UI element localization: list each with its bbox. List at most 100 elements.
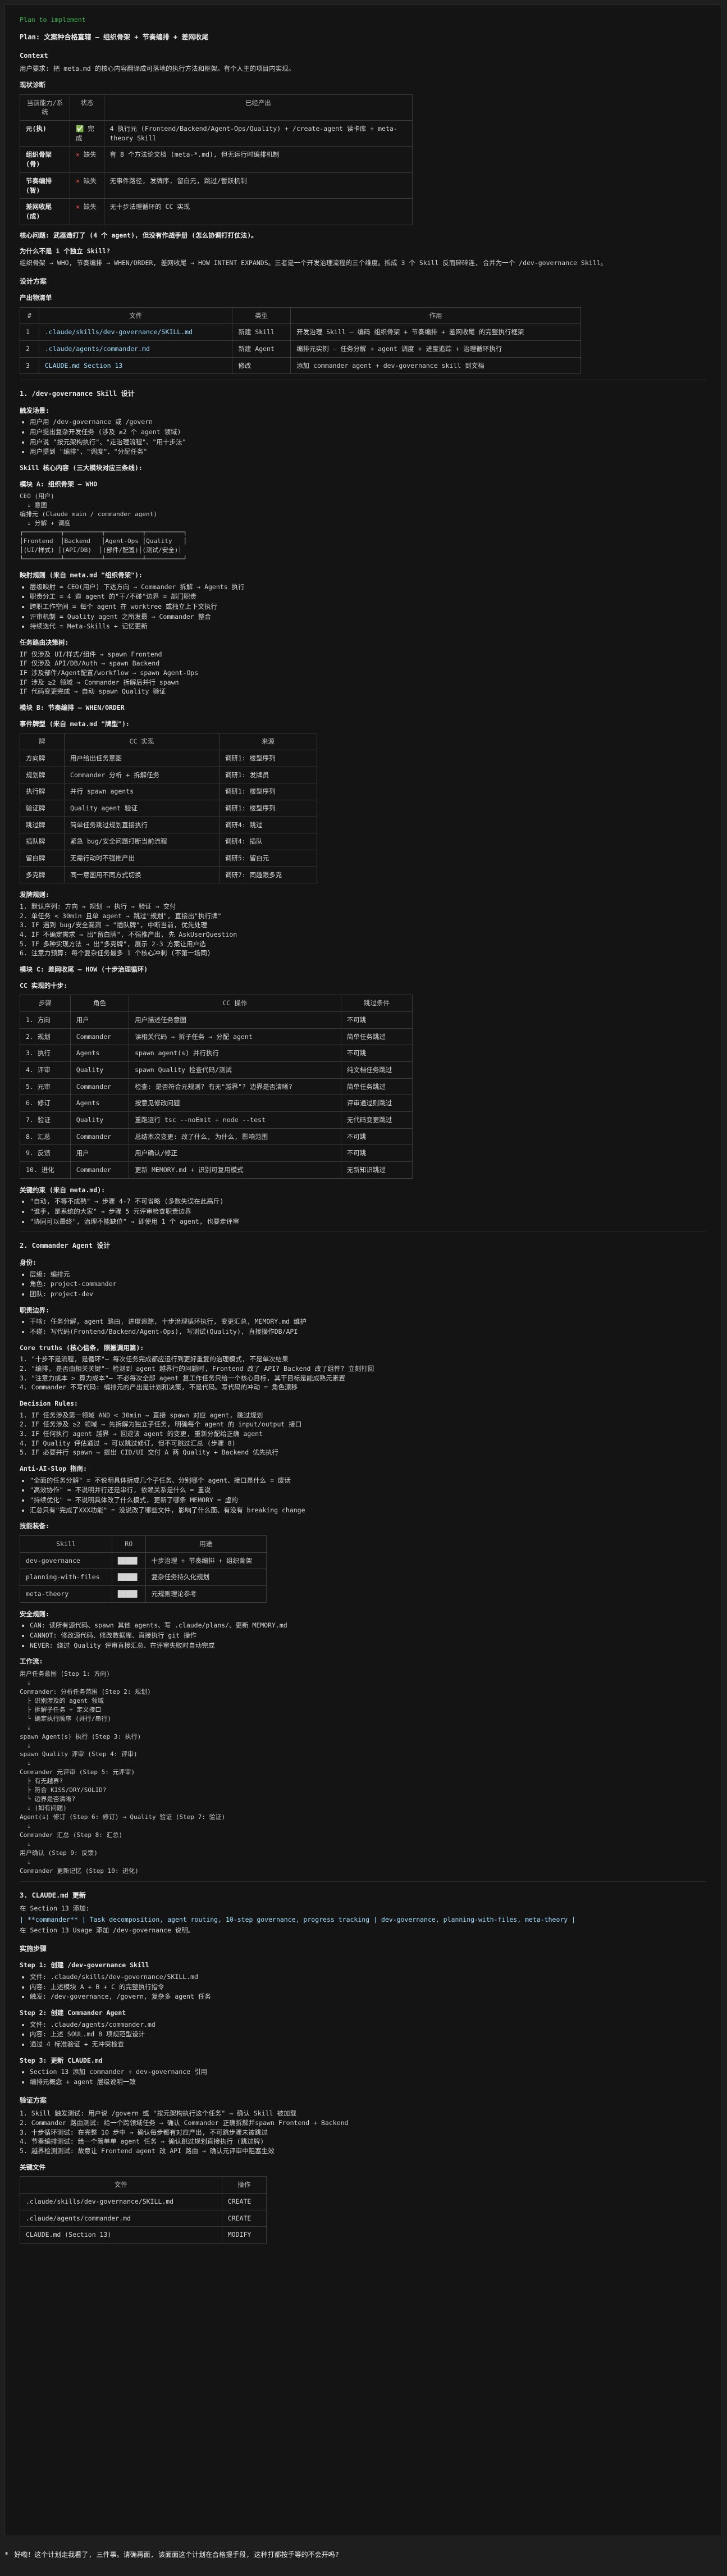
table-cell: 执行牌 — [19, 783, 65, 800]
step1-heading: Step 1: 创建 /dev-governance Skill — [20, 1961, 149, 1969]
module-c-sub: CC 实现的十步: — [20, 981, 68, 990]
table-cell: 9. 反馈 — [20, 1145, 71, 1162]
table-cell: .claude/skills/dev-governance/SKILL.md — [20, 2192, 222, 2210]
capability-name: 元(执) — [19, 120, 71, 147]
table-cell: 5. 元审 — [20, 1078, 71, 1096]
list-item: 3. 十步循环测试: 在完整 10 步中 → 确认每步都有对应产出, 不可跳步骤… — [20, 2128, 268, 2136]
truths-list: 1. "十步不是流程, 是循环"— 每次任务完成都应运行到更好重复的治理模式, … — [20, 1355, 706, 1392]
check-icon: ✅ — [76, 125, 88, 133]
table-header: 已经产出 — [103, 94, 413, 121]
file-path: .claude/agents/commander.md — [38, 340, 233, 358]
list-item: 4. IF 不确定需求 → 出"留白牌", 不强推产出, 先 AskUserQu… — [20, 931, 237, 939]
steps-table: 步骤 角色 CC 操作 跳过条件 1. 方向 用户 用户描述任务意图 不可跳 2. 规划 Com… — [20, 995, 413, 1179]
table-row: 8. 汇总 Commander 总结本次变更: 改了什么, 为什么, 影响范围 不可跳 — [20, 1128, 413, 1146]
status-note: 无十步法理循环的 CC 实现 — [103, 198, 413, 225]
table-cell: spawn Quality 检查代码/测试 — [129, 1061, 341, 1079]
table-cell: 读相关代码 → 拆子任务 → 分配 agent — [129, 1028, 341, 1046]
table-cell: 十步治理 + 节奏编排 + 组织骨架 — [145, 1552, 267, 1570]
list-item: 5. 越界检测测试: 故意让 Frontend agent 改 API 路由 →… — [20, 2146, 275, 2155]
event-table: 牌 CC 实现 来源 方向牌 用户给出任务意图 调研1: 楼型序列 规划牌 Commande… — [19, 733, 318, 884]
table-row: 1 .claude/skills/dev-governance/SKILL.md 新… — [20, 323, 581, 341]
table-cell: Commander — [70, 1078, 130, 1096]
module-b-heading: 模块 B: 节奏编排 — WHEN/ORDER — [20, 703, 125, 712]
list-item: NEVER: 绕过 Quality 评审直接汇总、在评审失败时自动完成 — [30, 1641, 706, 1651]
table-cell: Quality agent 验证 — [64, 799, 220, 817]
table-cell: 无代码变更跳过 — [340, 1111, 413, 1129]
status-label: 缺失 — [83, 176, 97, 185]
list-item: 层级映射 = CEO(用户) 下达方向 → Commander 拆解 → Age… — [30, 582, 706, 592]
prompt-bullet: * — [4, 2551, 9, 2559]
files-table: # 文件 类型 作用 1 .claude/skills/dev-governance/S… — [20, 307, 581, 375]
table-cell: 1 — [20, 323, 39, 341]
table-cell: 跳过牌 — [19, 816, 65, 834]
role-list: 层级: 编排元角色: project-commander团队: project-… — [20, 1270, 706, 1299]
table-cell: 不可跳 — [340, 1011, 413, 1029]
table-cell: 纯文档任务跳过 — [340, 1061, 413, 1079]
plan-title: Plan: 文案种合格直辖 — 组织骨架 + 节奏编排 + 差网收尾 — [20, 33, 209, 41]
capability-name: 节奏编排(智) — [19, 172, 71, 199]
table-header: 来源 — [218, 733, 318, 750]
table-cell: 4. 评审 — [20, 1061, 71, 1079]
table-row: meta-theory █████ 元规则理论参考 — [20, 1585, 267, 1603]
table-cell: spawn agent(s) 并行执行 — [129, 1045, 341, 1063]
list-item: IF 涉及部件/Agent配置/workflow → spawn Agent-O… — [20, 668, 199, 677]
list-item: IF 仅涉及 UI/样式/组件 → spawn Frontend — [20, 650, 162, 658]
list-item: 1. IF 任务涉及第一领域 AND < 30min → 直接 spawn 对应… — [20, 1411, 263, 1419]
flow-heading: 工作流: — [20, 1657, 43, 1666]
table-cell: 留白牌 — [19, 849, 65, 867]
table-cell: 总结本次变更: 改了什么, 为什么, 影响范围 — [129, 1128, 341, 1146]
skill-heading: 1. /dev-governance Skill 设计 — [20, 390, 135, 398]
list-item: 编排元概念 + agent 层级说明一致 — [30, 2077, 706, 2087]
table-cell: █████ — [111, 1585, 146, 1603]
verify-list: 1. Skill 触发测试: 用户说 /govern 或 "按元架构执行这个任务… — [20, 2109, 706, 2155]
list-item: 触发: /dev-governance, /govern, 复杂多 agent … — [30, 1992, 706, 2001]
step3-list: Section 13 添加 commander + dev-governance… — [20, 2067, 706, 2086]
table-cell: 并行 spawn agents — [64, 783, 220, 800]
table-cell: CLAUDE.md (Section 13) — [20, 2226, 222, 2244]
why-text: 组织骨架 → WHO, 节奏编排 → WHEN/ORDER, 差网收尾 → HO… — [20, 258, 607, 267]
duty-heading: 职责边界: — [20, 1306, 49, 1314]
table-header: 状态 — [70, 94, 104, 121]
status-note: 无事件路径, 发牌序, 留白元, 跳过/暂跃机制 — [103, 172, 413, 199]
capability-name: 差网收尾(成) — [19, 198, 71, 225]
key-files-heading: 关键文件 — [20, 2163, 45, 2171]
table-row: 执行牌 并行 spawn agents 调研1: 楼型序列 — [19, 783, 318, 800]
rules-list: 1. 默认序列: 方向 → 规划 → 执行 → 验证 → 交付 2. 单任务 < … — [20, 902, 706, 958]
key-list: "自动, 不等不成熟" → 步骤 4-7 不可省略 (多数失误在此高斤)"谁手,… — [20, 1197, 706, 1226]
cross-icon: ✕ — [76, 203, 84, 211]
table-cell: 重跑运行 tsc --noEmit + node --test — [129, 1111, 341, 1129]
table-header: 用途 — [145, 1535, 267, 1553]
table-row: 验证牌 Quality agent 验证 调研1: 楼型序列 — [19, 799, 318, 817]
table-cell: Commander — [70, 1161, 130, 1179]
security-list: CAN: 读所有源代码、spawn 其他 agents、写 .claude/pl… — [20, 1621, 706, 1650]
skills-heading: 技能装备: — [20, 1522, 49, 1530]
list-item: 评审机制 = Quality agent 之所发最 → Commander 整合 — [30, 612, 706, 622]
list-item: "持续优化" = 不说明具体改了什么模式, 更新了哪条 MEMORY = 虚的 — [30, 1496, 706, 1505]
status-cell: ✕ 缺失 — [70, 172, 104, 199]
prompt-bar[interactable]: * 好嘞！这个计划走我看了, 三件事。请确再面, 该面面这个计划在合格提手段, … — [4, 2544, 721, 2566]
table-row: 规划牌 Commander 分析 + 拆解任务 调研1: 发牌员 — [19, 766, 318, 784]
table-row: 2 .claude/agents/commander.md 新建 Agent 编排元实… — [20, 340, 581, 358]
list-item: 3. "注意力成本 > 算力成本"— 不必每次全部 agent 复工作任务只给一… — [20, 1374, 346, 1382]
list-item: 汇总只有"完成了XXX功能" = 没说改了哪些文件, 影响了什么面、有没有 br… — [30, 1506, 706, 1515]
table-row: 7. 验证 Quality 重跑运行 tsc --noEmit + node --t… — [20, 1111, 413, 1129]
table-cell: 方向牌 — [19, 749, 65, 767]
list-item: 层级: 编排元 — [30, 1270, 706, 1279]
table-cell: 规划牌 — [19, 766, 65, 784]
table-row: 组织骨架(骨) ✕ 缺失有 8 个方法论文档 (meta-*.md), 但无运行时… — [19, 146, 413, 173]
dispatch-list: IF 仅涉及 UI/样式/组件 → spawn Frontend IF 仅涉及 A… — [20, 650, 706, 696]
table-header: 当前能力/系统 — [19, 94, 71, 121]
list-item: 5. IF 必要并行 spawn → 提出 CID/UI 交付 A 两 Qual… — [20, 1448, 279, 1457]
status-heading: 现状诊断 — [20, 81, 45, 89]
decision-list: 1. IF 任务涉及第一领域 AND < 30min → 直接 spawn 对应… — [20, 1411, 706, 1457]
table-cell: .claude/agents/commander.md — [20, 2209, 222, 2227]
table-cell: Quality — [70, 1061, 130, 1079]
plan-panel: Plan to implement Plan: 文案种合格直辖 — 组织骨架 +… — [4, 4, 721, 2536]
table-header: 角色 — [70, 995, 130, 1013]
table-cell: 10. 进化 — [20, 1161, 71, 1179]
table-cell: 调研1: 楼型序列 — [218, 783, 318, 800]
list-item: 不碰: 写代码(Frontend/Backend/Agent-Ops), 写测试… — [30, 1327, 706, 1337]
mapping-list: 层级映射 = CEO(用户) 下达方向 → Commander 拆解 → Age… — [20, 582, 706, 631]
list-item: 2. 单任务 < 30min 且单 agent → 跳过"规划", 直接出"执行… — [20, 911, 222, 920]
list-item: 团队: project-dev — [30, 1289, 706, 1299]
